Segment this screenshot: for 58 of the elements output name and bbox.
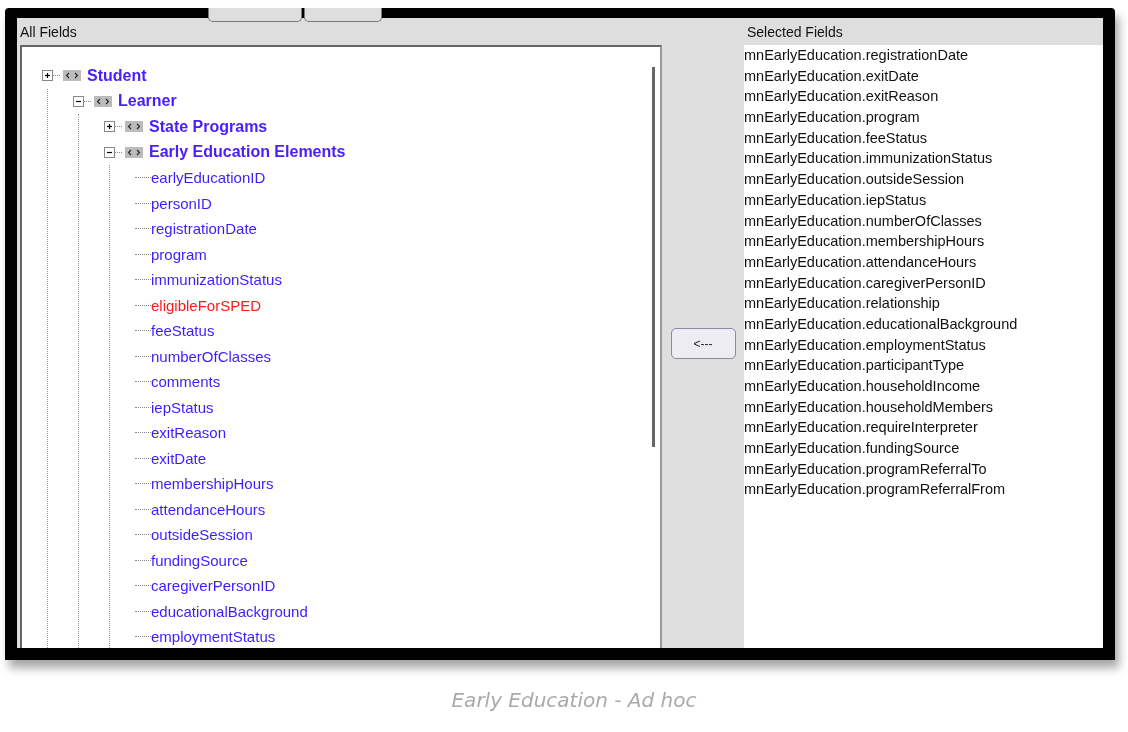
selected-field-item[interactable]: mnEarlyEducation.numberOfClasses (744, 210, 1103, 232)
selected-field-item[interactable]: mnEarlyEducation.feeStatus (744, 127, 1103, 149)
selected-field-item[interactable]: mnEarlyEducation.participantType (744, 355, 1103, 376)
field-item[interactable]: immunizationStatus (151, 271, 282, 289)
tree-node[interactable]: Learner (118, 92, 177, 111)
expand-icon[interactable] (42, 70, 53, 82)
selected-field-item[interactable]: mnEarlyEducation.membershipHours (744, 231, 1103, 252)
selected-field-item[interactable]: mnEarlyEducation.employmentStatus (744, 334, 1103, 356)
field-item[interactable]: eligibleForSPED (151, 296, 262, 314)
tree-node[interactable]: Early Education Elements (149, 143, 346, 162)
selected-field-item[interactable]: mnEarlyEducation.iepStatus (744, 189, 1103, 211)
selected-field-item[interactable]: mnEarlyEducation.householdMembers (744, 396, 1103, 418)
field-item[interactable]: program (151, 245, 207, 263)
panel-title: All Fields (20, 23, 77, 40)
field-item[interactable]: exitReason (151, 424, 227, 442)
collapse-icon[interactable] (104, 146, 115, 158)
selected-field-item[interactable]: mnEarlyEducation.programReferralTo (744, 458, 1103, 480)
caption: Early Education - Ad hoc (451, 688, 697, 712)
field-item[interactable]: earlyEducationID (151, 169, 266, 187)
remove-button[interactable]: <--- (670, 328, 736, 359)
field-item[interactable]: caregiverPersonID (151, 577, 276, 595)
field-item[interactable]: registrationDate (151, 220, 257, 238)
expand-icon[interactable] (104, 121, 115, 133)
field-item[interactable]: educationalBackground (151, 602, 308, 620)
field-item[interactable]: fundingSource (151, 551, 248, 569)
field-item[interactable]: comments (151, 373, 221, 391)
selected-field-item[interactable]: mnEarlyEducation.attendanceHours (744, 251, 1103, 273)
selected-field-item[interactable]: mnEarlyEducation.caregiverPersonID (744, 272, 1103, 294)
selected-field-item[interactable]: mnEarlyEducation.immunizationStatus (744, 148, 1103, 170)
field-item[interactable]: membershipHours (151, 475, 274, 493)
field-item[interactable]: exitDate (151, 449, 207, 467)
field-item[interactable]: personID (151, 194, 212, 212)
field-item[interactable]: iepStatus (151, 398, 214, 416)
tree-node[interactable]: Student (87, 66, 147, 85)
selected-field-item[interactable]: mnEarlyEducation.householdIncome (744, 376, 1103, 397)
selected-field-item[interactable]: mnEarlyEducation.program (744, 107, 1103, 128)
element-tag-icon (94, 95, 112, 107)
selected-field-item[interactable]: mnEarlyEducation.requireInterpreter (744, 417, 1103, 439)
selected-field-item[interactable]: mnEarlyEducation.registrationDate (744, 45, 1103, 66)
element-tag-icon (125, 121, 143, 133)
panel-title: Selected Fields (747, 23, 843, 40)
selected-field-item[interactable]: mnEarlyEducation.relationship (744, 293, 1103, 314)
selected-field-item[interactable]: mnEarlyEducation.programReferralFrom (744, 479, 1103, 501)
selected-field-item[interactable]: mnEarlyEducation.fundingSource (744, 438, 1103, 459)
scrollbar-thumb[interactable] (652, 67, 655, 447)
collapse-icon[interactable] (73, 95, 84, 107)
selected-field-item[interactable]: mnEarlyEducation.exitReason (744, 86, 1103, 108)
selected-field-item[interactable]: mnEarlyEducation.educationalBackground (744, 313, 1103, 335)
field-item[interactable]: feeStatus (151, 322, 215, 340)
field-item[interactable]: numberOfClasses (151, 347, 272, 365)
field-item[interactable]: outsideSession (151, 526, 253, 544)
selected-field-item[interactable]: mnEarlyEducation.exitDate (744, 65, 1103, 87)
field-item[interactable]: attendanceHours (151, 500, 266, 518)
tree-node[interactable]: State Programs (149, 117, 268, 136)
selected-field-item[interactable]: mnEarlyEducation.outsideSession (744, 169, 1103, 190)
element-tag-icon (63, 70, 81, 82)
field-item[interactable]: employmentStatus (151, 628, 276, 646)
element-tag-icon (125, 146, 143, 158)
